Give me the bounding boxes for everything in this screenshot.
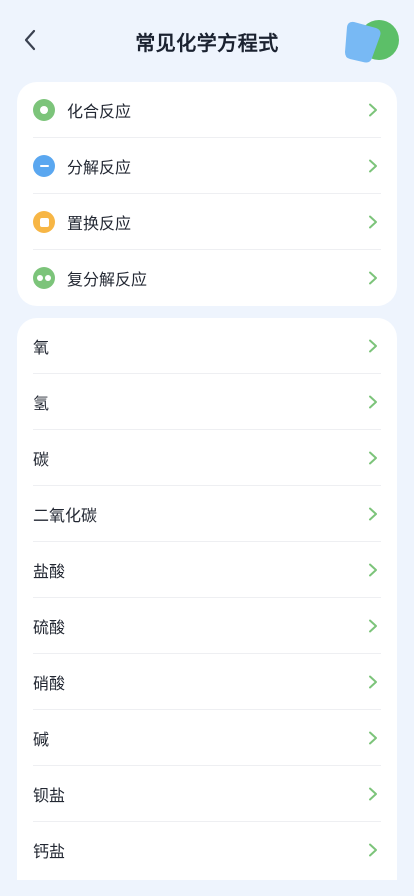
chevron-right-icon <box>363 156 383 176</box>
list-item-label: 盐酸 <box>33 562 66 581</box>
list-item[interactable]: 盐酸 <box>17 542 397 598</box>
chevron-right-icon <box>363 560 383 580</box>
reaction-label: 化合反应 <box>67 102 132 121</box>
chevron-right-icon <box>363 212 383 232</box>
list-item[interactable]: 钡盐 <box>17 766 397 822</box>
list-item-label: 钡盐 <box>33 786 66 805</box>
list-item-label: 氧 <box>33 338 50 357</box>
reaction-item-displacement[interactable]: 置换反应 <box>17 194 397 250</box>
chevron-right-icon <box>363 840 383 860</box>
chevron-right-icon <box>363 100 383 120</box>
list-item-label: 碳 <box>33 450 50 469</box>
chevron-right-icon <box>363 268 383 288</box>
reaction-item-decomposition[interactable]: 分解反应 <box>17 138 397 194</box>
chevron-right-icon <box>363 392 383 412</box>
header: 常见化学方程式 <box>0 0 414 80</box>
chevron-right-icon <box>363 616 383 636</box>
square-circle-icon <box>33 211 55 233</box>
list-item-label: 二氧化碳 <box>33 506 98 525</box>
reaction-label: 复分解反应 <box>67 270 148 289</box>
list-item-label: 硝酸 <box>33 674 66 693</box>
list-item[interactable]: 硝酸 <box>17 654 397 710</box>
chevron-right-icon <box>363 728 383 748</box>
element-list-card: 氧 氢 碳 二氧化碳 盐酸 硫酸 硝酸 碱 钡盐 钙盐 <box>17 318 397 880</box>
minus-circle-icon <box>33 155 55 177</box>
list-item[interactable]: 氧 <box>17 318 397 374</box>
reaction-item-double-decomposition[interactable]: 复分解反应 <box>17 250 397 306</box>
list-item-label: 硫酸 <box>33 618 66 637</box>
list-item[interactable]: 碱 <box>17 710 397 766</box>
chevron-right-icon <box>363 672 383 692</box>
list-item-label: 氢 <box>33 394 50 413</box>
list-item[interactable]: 二氧化碳 <box>17 486 397 542</box>
list-item-label: 碱 <box>33 730 50 749</box>
reaction-types-card: 化合反应 分解反应 置换反应 复分解反应 <box>17 82 397 306</box>
list-item[interactable]: 碳 <box>17 430 397 486</box>
chevron-right-icon <box>363 504 383 524</box>
chevron-right-icon <box>363 784 383 804</box>
list-item[interactable]: 硫酸 <box>17 598 397 654</box>
reaction-label: 置换反应 <box>67 214 132 233</box>
chevron-right-icon <box>363 336 383 356</box>
chevron-right-icon <box>363 448 383 468</box>
reaction-label: 分解反应 <box>67 158 132 177</box>
list-item[interactable]: 氢 <box>17 374 397 430</box>
circle-dot-icon <box>33 99 55 121</box>
list-item-label: 钙盐 <box>33 842 66 861</box>
double-dot-icon <box>33 267 55 289</box>
reaction-item-combination[interactable]: 化合反应 <box>17 82 397 138</box>
list-item[interactable]: 钙盐 <box>17 822 397 878</box>
app-logo <box>342 14 400 66</box>
